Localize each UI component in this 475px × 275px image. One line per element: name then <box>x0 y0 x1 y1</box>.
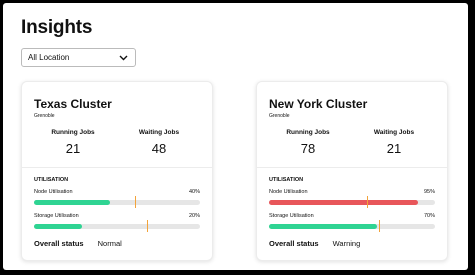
cluster-title: New York Cluster <box>269 97 368 111</box>
progress-fill <box>34 224 83 229</box>
card-divider <box>257 167 447 168</box>
waiting-jobs-stat: Waiting Jobs 21 <box>349 129 439 156</box>
running-jobs-value: 21 <box>65 141 81 156</box>
waiting-jobs-value: 21 <box>386 141 402 156</box>
metric-value: 70% <box>423 213 435 219</box>
waiting-jobs-value: 48 <box>151 141 167 156</box>
waiting-jobs-stat: Waiting Jobs 48 <box>114 129 204 156</box>
progress-fill <box>269 200 419 205</box>
threshold-marker <box>146 220 148 232</box>
overall-status-label: Overall status <box>34 239 84 248</box>
cluster-location: Grenoble <box>269 113 290 119</box>
running-jobs-label: Running Jobs <box>286 129 330 136</box>
cluster-location: Grenoble <box>34 113 55 119</box>
threshold-marker <box>366 196 368 208</box>
storage-utilisation-metric: Storage Utilisation 20% <box>34 213 200 233</box>
waiting-jobs-label: Waiting Jobs <box>138 129 180 136</box>
storage-utilisation-metric: Storage Utilisation 70% <box>269 213 435 233</box>
progress-track <box>269 220 435 232</box>
location-select[interactable]: All Location <box>21 48 136 67</box>
overall-status: Overall status Normal <box>34 239 122 248</box>
metric-label: Node Utilisation <box>269 189 308 195</box>
progress-track <box>34 196 200 208</box>
cluster-card-texas[interactable]: Texas Cluster Grenoble Running Jobs 21 W… <box>21 81 213 261</box>
metric-label: Storage Utilisation <box>269 213 314 219</box>
running-jobs-value: 78 <box>300 141 316 156</box>
metric-value: 20% <box>188 213 200 219</box>
metric-label: Storage Utilisation <box>34 213 79 219</box>
chevron-down-icon <box>119 55 128 61</box>
node-utilisation-metric: Node Utilisation 95% <box>269 189 435 209</box>
progress-fill <box>269 224 377 229</box>
running-jobs-stat: Running Jobs 78 <box>263 129 353 156</box>
waiting-jobs-label: Waiting Jobs <box>373 129 415 136</box>
utilisation-heading: UTILISATION <box>34 177 69 183</box>
location-select-value: All Location <box>28 53 70 62</box>
cluster-card-new-york[interactable]: New York Cluster Grenoble Running Jobs 7… <box>256 81 448 261</box>
running-jobs-label: Running Jobs <box>51 129 95 136</box>
cluster-title: Texas Cluster <box>34 97 112 111</box>
metric-value: 95% <box>423 189 435 195</box>
overall-status-value: Normal <box>97 239 122 248</box>
node-utilisation-metric: Node Utilisation 40% <box>34 189 200 209</box>
progress-track <box>34 220 200 232</box>
metric-label: Node Utilisation <box>34 189 73 195</box>
utilisation-heading: UTILISATION <box>269 177 304 183</box>
progress-track <box>269 196 435 208</box>
metric-value: 40% <box>188 189 200 195</box>
overall-status-label: Overall status <box>269 239 319 248</box>
threshold-marker <box>135 196 137 208</box>
running-jobs-stat: Running Jobs 21 <box>28 129 118 156</box>
insights-panel: Insights All Location Texas Cluster Gren… <box>3 3 468 270</box>
threshold-marker <box>378 220 380 232</box>
overall-status-value: Warning <box>332 239 361 248</box>
progress-fill <box>34 200 111 205</box>
card-divider <box>22 167 212 168</box>
page-title: Insights <box>21 17 93 38</box>
overall-status: Overall status Warning <box>269 239 360 248</box>
